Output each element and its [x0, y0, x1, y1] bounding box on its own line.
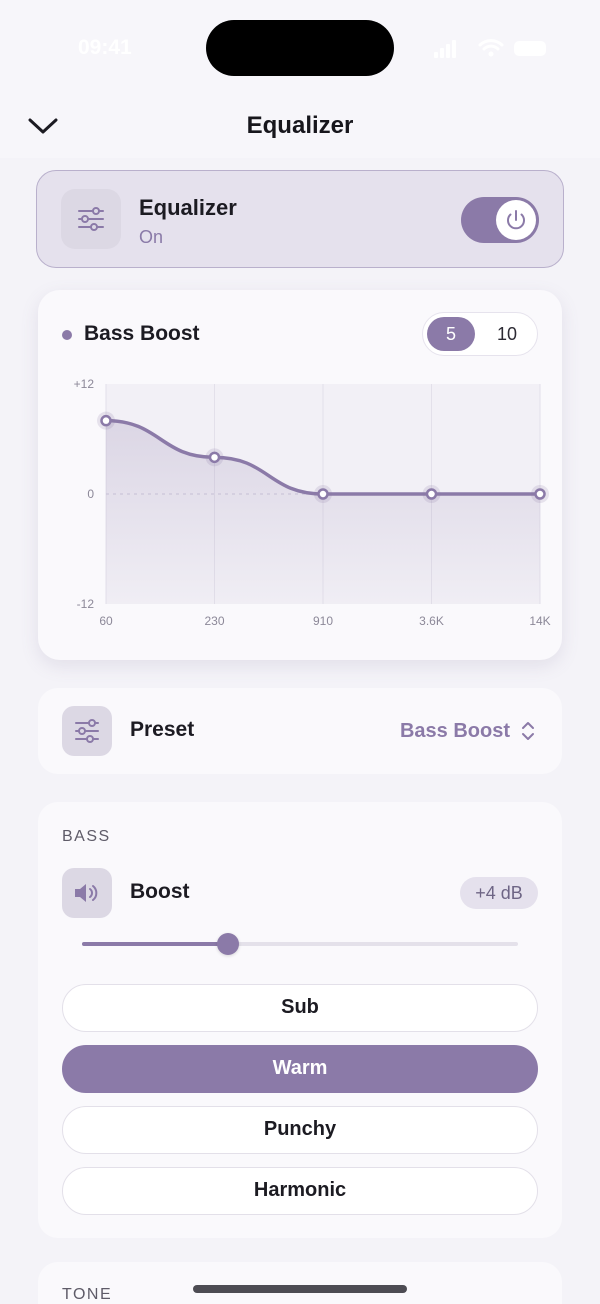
band-point-910: [317, 488, 329, 500]
status-bar: 09:41: [0, 0, 600, 100]
slider-thumb[interactable]: [217, 933, 240, 955]
system-icons: [434, 38, 546, 58]
chevron-up-down-icon[interactable]: [520, 720, 536, 742]
bass-section: BASS Boost +4 dB Sub Warm Punchy Harmoni…: [38, 802, 562, 1238]
home-indicator[interactable]: [193, 1285, 407, 1293]
speaker-icon: [62, 868, 112, 918]
power-icon: [507, 210, 525, 230]
boost-label: Boost: [130, 880, 190, 903]
sliders-icon: [62, 706, 112, 756]
y-tick-label: -12: [77, 597, 95, 611]
section-title-bass: BASS: [62, 828, 111, 845]
signal-icon: [434, 40, 458, 58]
preset-label: Preset: [130, 718, 195, 741]
x-tick-label: 3.6K: [419, 614, 444, 628]
x-tick-label: 230: [204, 614, 224, 628]
tone-section: TONE: [38, 1262, 562, 1304]
dynamic-island: [206, 20, 394, 76]
boost-value-badge: +4 dB: [460, 877, 538, 909]
y-tick-label: 0: [87, 487, 94, 501]
equalizer-toggle[interactable]: [461, 197, 539, 243]
bass-option-punchy[interactable]: Punchy: [62, 1106, 538, 1154]
preset-row[interactable]: Preset Bass Boost: [38, 688, 562, 774]
eq-curve-chart: +12 0 -12 60 230 910 3.6K 14K: [74, 377, 551, 628]
equalizer-toggle-card[interactable]: Equalizer On: [36, 170, 564, 268]
bass-option-warm[interactable]: Warm: [62, 1045, 538, 1093]
nav-header: Equalizer: [0, 100, 600, 158]
toggle-knob: [496, 200, 536, 240]
bass-option-harmonic[interactable]: Harmonic: [62, 1167, 538, 1215]
slider-fill: [82, 942, 229, 946]
sliders-icon: [61, 189, 121, 249]
band-point-60: [100, 414, 112, 427]
preset-value[interactable]: Bass Boost: [400, 720, 510, 743]
band-point-14K: [534, 488, 546, 500]
wifi-icon: [478, 39, 504, 57]
eq-chart-card: Bass Boost 5 10 +12 0 -12 60 230 910 3.6K 14K: [38, 290, 562, 660]
band-point-3.6K: [425, 488, 438, 500]
x-tick-label: 14K: [529, 614, 550, 628]
page-title: Equalizer: [246, 112, 354, 139]
battery-icon: [514, 41, 546, 56]
status-time: 09:41: [78, 36, 132, 59]
y-tick-label: +12: [74, 377, 95, 391]
band-point-230: [208, 451, 221, 464]
equalizer-status: On: [139, 227, 164, 247]
x-tick-label: 60: [99, 614, 113, 628]
x-tick-label: 910: [313, 614, 333, 628]
section-title-tone: TONE: [62, 1286, 113, 1303]
equalizer-label: Equalizer: [139, 195, 237, 220]
boost-slider[interactable]: [82, 933, 518, 955]
bass-option-sub[interactable]: Sub: [62, 984, 538, 1032]
